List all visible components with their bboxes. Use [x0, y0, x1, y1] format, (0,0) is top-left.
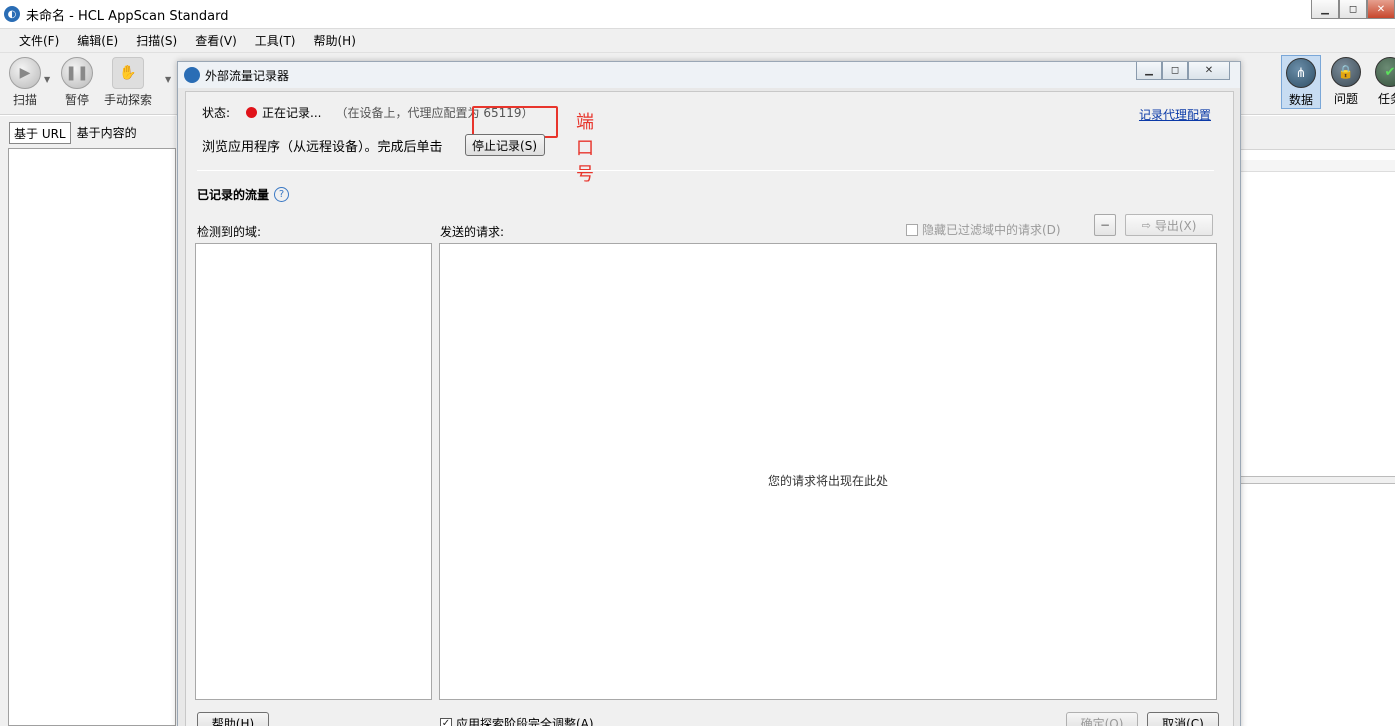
status-state: 正在记录... — [262, 106, 322, 120]
appscan-logo-icon: ◐ — [4, 6, 20, 22]
external-traffic-recorder-dialog: 外部流量记录器 ▁ ◻ ✕ 状态: 正在记录... （在设备上，代理应配置为 6… — [177, 61, 1241, 726]
pause-icon: ❚❚ — [61, 57, 93, 89]
help-button[interactable]: 帮助(H) — [197, 712, 269, 726]
apply-adjustments-checkbox[interactable]: ✓ 应用探索阶段完全调整(A) — [440, 715, 594, 726]
app-tree[interactable] — [8, 148, 176, 726]
stop-recording-button[interactable]: 停止记录(S) — [464, 134, 545, 156]
manual-explore-label: 手动探索 — [104, 93, 153, 107]
menu-tools[interactable]: 工具(T) — [246, 32, 305, 49]
hide-filtered-checkbox[interactable]: 隐藏已过滤域中的请求(D) — [906, 221, 1061, 238]
menu-edit[interactable]: 编辑(E) — [68, 32, 127, 49]
divider — [197, 170, 1214, 171]
scan-dropdown-icon[interactable]: ▼ — [44, 75, 50, 84]
dialog-close-button[interactable]: ✕ — [1188, 62, 1230, 80]
detected-domains-label: 检测到的域: — [197, 225, 262, 239]
left-tabs: 基于 URL 基于内容的 — [0, 116, 176, 148]
question-icon[interactable]: ? — [274, 187, 290, 202]
browse-instruction: 浏览应用程序（从远程设备）。完成后单击 — [202, 139, 443, 155]
empty-requests-message: 您的请求将出现在此处 — [767, 474, 888, 488]
explore-dropdown-icon[interactable]: ▼ — [165, 75, 171, 84]
lock-icon: 🔒 — [1331, 57, 1361, 87]
dialog-footer: 帮助(H) ✓ 应用探索阶段完全调整(A) 确定(O) 取消(C) — [186, 712, 1235, 726]
proxy-config-link[interactable]: 记录代理配置 — [1139, 106, 1211, 123]
port-annotation: 端口号 — [576, 112, 594, 185]
right-splitter[interactable] — [1240, 476, 1395, 484]
detected-domains-list[interactable] — [195, 243, 432, 700]
data-view-button[interactable]: ⋔ 数据 — [1281, 55, 1321, 109]
window-title: 未命名 - HCL AppScan Standard — [26, 8, 229, 24]
sent-requests-list[interactable]: 您的请求将出现在此处 — [439, 243, 1217, 700]
dialog-restore-button[interactable]: ◻ — [1162, 62, 1188, 80]
cancel-button[interactable]: 取消(C) — [1147, 712, 1219, 726]
hide-filtered-label: 隐藏已过滤域中的请求(D) — [922, 223, 1061, 237]
window-controls: ▁ ◻ ✕ — [1311, 0, 1395, 19]
scan-label: 扫描 — [12, 93, 37, 107]
left-panel: 基于 URL 基于内容的 — [0, 116, 176, 726]
check-icon: ✔ — [1375, 57, 1395, 87]
menu-view[interactable]: 查看(V) — [186, 32, 246, 49]
issues-view-button[interactable]: 🔒 问题 — [1326, 55, 1366, 109]
dialog-minimize-button[interactable]: ▁ — [1136, 62, 1162, 80]
checkbox-checked-icon: ✓ — [440, 717, 452, 726]
recorded-traffic-title: 已记录的流量 — [197, 188, 270, 202]
menu-bar: 文件(F) 编辑(E) 扫描(S) 查看(V) 工具(T) 帮助(H) — [0, 29, 1395, 53]
manual-explore-button[interactable]: ✋ 手动探索 — [104, 57, 152, 108]
tasks-label: 任务 — [1377, 92, 1395, 106]
data-label: 数据 — [1288, 93, 1313, 107]
dialog-title-bar: 外部流量记录器 ▁ ◻ ✕ — [178, 62, 1240, 88]
dialog-window-controls: ▁ ◻ ✕ — [1136, 62, 1230, 80]
apply-label: 应用探索阶段完全调整(A) — [456, 717, 594, 726]
tab-content-based[interactable]: 基于内容的 — [73, 122, 141, 144]
pause-label: 暂停 — [64, 93, 89, 107]
menu-scan[interactable]: 扫描(S) — [127, 32, 186, 49]
status-label: 状态: — [202, 106, 231, 120]
export-icon: ⇨ — [1141, 218, 1151, 232]
menu-help[interactable]: 帮助(H) — [305, 32, 365, 49]
status-row: 状态: 正在记录... （在设备上，代理应配置为 65119） 端口号 — [202, 104, 594, 185]
pause-button[interactable]: ❚❚ 暂停 — [61, 57, 93, 108]
recording-dot-icon — [246, 107, 258, 118]
right-band — [1240, 116, 1395, 150]
remove-button[interactable]: − — [1094, 214, 1116, 236]
checkbox-box — [906, 223, 918, 236]
menu-file[interactable]: 文件(F) — [10, 32, 68, 49]
tab-url-based[interactable]: 基于 URL — [9, 122, 71, 144]
right-background-area — [1240, 116, 1395, 726]
minimize-button[interactable]: ▁ — [1311, 0, 1339, 19]
close-button[interactable]: ✕ — [1367, 0, 1395, 19]
right-band — [1240, 160, 1395, 172]
minus-icon: − — [1099, 218, 1111, 232]
ok-button[interactable]: 确定(O) — [1066, 712, 1138, 726]
dialog-body: 状态: 正在记录... （在设备上，代理应配置为 65119） 端口号 记录代理… — [185, 91, 1234, 726]
issues-label: 问题 — [1333, 92, 1358, 106]
export-button[interactable]: ⇨ 导出(X) — [1125, 214, 1213, 236]
export-label: 导出(X) — [1154, 218, 1197, 233]
play-icon: ▶ — [9, 57, 41, 89]
appscan-logo-icon — [184, 67, 200, 83]
data-icon: ⋔ — [1286, 58, 1316, 88]
hand-icon: ✋ — [112, 57, 144, 89]
restore-button[interactable]: ◻ — [1339, 0, 1367, 19]
scan-button[interactable]: ▶ 扫描 — [9, 57, 41, 108]
dialog-title: 外部流量记录器 — [205, 68, 290, 83]
recorded-traffic-heading: 已记录的流量 ? — [197, 186, 290, 203]
sent-requests-label: 发送的请求: — [440, 225, 505, 239]
tasks-view-button[interactable]: ✔ 任务 — [1370, 55, 1395, 109]
main-title-bar: ◐ 未命名 - HCL AppScan Standard ▁ ◻ ✕ — [0, 0, 1395, 29]
browse-row: 浏览应用程序（从远程设备）。完成后单击 停止记录(S) — [202, 134, 545, 156]
